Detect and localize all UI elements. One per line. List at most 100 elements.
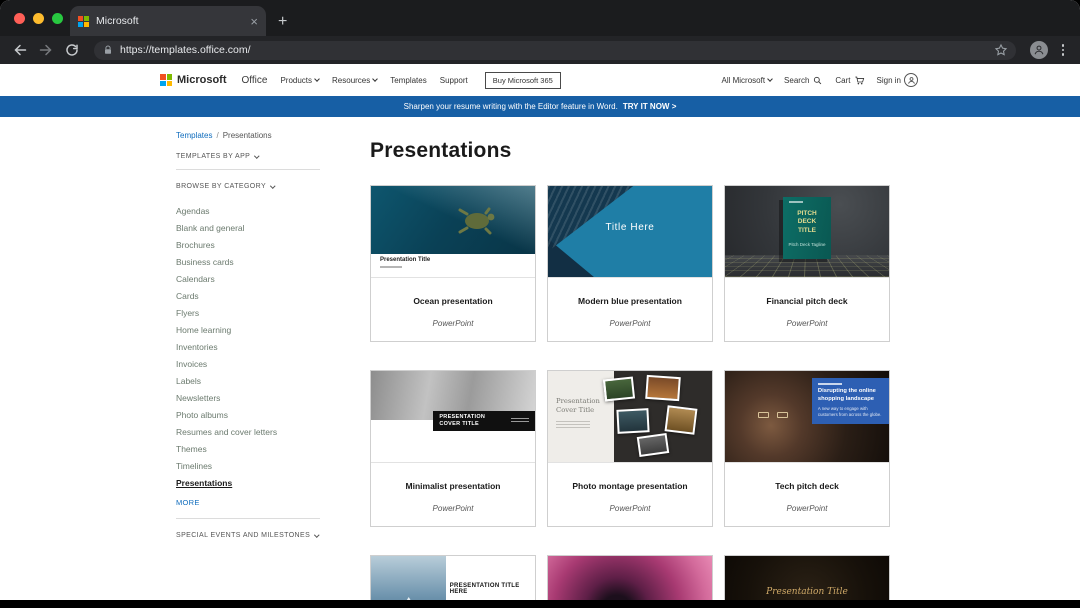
category-presentations-active[interactable]: Presentations	[176, 475, 320, 492]
slide-title: Title Here	[548, 222, 712, 233]
nav-resources[interactable]: Resources	[332, 76, 377, 85]
category-resumes-and-cover-letters[interactable]: Resumes and cover letters	[176, 424, 320, 441]
template-card-financial-pitch-deck[interactable]: PITCH DECK TITLE Pitch Deck Tagline Fina…	[724, 185, 890, 342]
url-text[interactable]: https://templates.office.com/	[120, 44, 988, 56]
section-templates-by-app[interactable]: TEMPLATES BY APP	[176, 140, 320, 169]
browser-window: Microsoft × + https://templates.office.c…	[0, 0, 1080, 600]
browser-toolbar: https://templates.office.com/	[0, 36, 1080, 64]
template-name: Financial pitch deck	[729, 296, 885, 306]
polaroid-photo	[616, 408, 649, 434]
category-themes[interactable]: Themes	[176, 441, 320, 458]
back-icon[interactable]	[12, 42, 28, 58]
search-button[interactable]: Search	[784, 75, 823, 86]
buy-microsoft-365-button[interactable]: Buy Microsoft 365	[485, 72, 561, 89]
slide-title: Presentation Title	[380, 257, 535, 263]
promo-banner[interactable]: Sharpen your resume writing with the Edi…	[0, 96, 1080, 117]
slide-title: Presentation Title	[725, 587, 889, 597]
thumbnail-modern-blue: Title Here	[548, 186, 712, 278]
thumbnail-tech: Disrupting the online shopping landscape…	[725, 371, 889, 463]
category-labels[interactable]: Labels	[176, 373, 320, 390]
template-app: PowerPoint	[552, 319, 708, 328]
cart-icon	[854, 75, 865, 86]
window-minimize-button[interactable]	[33, 13, 44, 24]
thumbnail-minimalist: PRESENTATION COVER TITLE	[371, 371, 535, 463]
header-nav: Products Resources Templates Support Buy…	[280, 72, 560, 89]
promo-cta-link[interactable]: TRY IT NOW >	[623, 102, 677, 111]
breadcrumb-separator: /	[216, 131, 218, 140]
category-photo-albums[interactable]: Photo albums	[176, 407, 320, 424]
sidebar: Templates / Presentations TEMPLATES BY A…	[176, 117, 320, 600]
slide-subtitle: Pitch Deck Tagline	[783, 242, 831, 247]
refresh-icon[interactable]	[64, 42, 80, 58]
window-zoom-button[interactable]	[52, 13, 63, 24]
window-close-button[interactable]	[14, 13, 25, 24]
chevron-down-icon	[314, 76, 320, 82]
template-name: Tech pitch deck	[729, 481, 885, 491]
section-browse-by-category[interactable]: BROWSE BY CATEGORY	[176, 170, 320, 199]
nav-templates[interactable]: Templates	[390, 76, 426, 85]
template-card-partial-2[interactable]: Contoso	[547, 555, 713, 600]
category-blank-and-general[interactable]: Blank and general	[176, 220, 320, 237]
template-card-minimalist[interactable]: PRESENTATION COVER TITLE Minimalist pres…	[370, 370, 536, 527]
nav-products[interactable]: Products	[280, 76, 319, 85]
template-card-modern-blue[interactable]: Title Here Modern blue presentation Powe…	[547, 185, 713, 342]
slide-title: PRESENTATION COVER TITLE	[439, 414, 506, 428]
cart-button[interactable]: Cart	[835, 75, 864, 86]
more-link[interactable]: MORE	[176, 498, 200, 507]
browser-profile-avatar[interactable]	[1030, 41, 1048, 59]
title-box-graphic: PRESENTATION COVER TITLE	[433, 411, 535, 431]
category-timelines[interactable]: Timelines	[176, 458, 320, 475]
all-microsoft-menu[interactable]: All Microsoft	[721, 76, 772, 85]
slide-title: Presentation Cover Title	[556, 397, 604, 415]
browser-tab[interactable]: Microsoft ×	[70, 6, 266, 36]
headline-box: Disrupting the online shopping landscape…	[812, 378, 889, 424]
tab-close-icon[interactable]: ×	[250, 15, 258, 28]
category-calendars[interactable]: Calendars	[176, 271, 320, 288]
template-card-partial-1[interactable]: PRESENTATION TITLE HERE	[370, 555, 536, 600]
category-home-learning[interactable]: Home learning	[176, 322, 320, 339]
thumbnail-ocean: Presentation Title	[371, 186, 535, 278]
forward-icon[interactable]	[38, 42, 54, 58]
microsoft-home-link[interactable]: Microsoft	[160, 74, 227, 86]
category-invoices[interactable]: Invoices	[176, 356, 320, 373]
thumbnail-photo-montage: Presentation Cover Title	[548, 371, 712, 463]
slide-title-strip: Presentation Title	[371, 254, 535, 277]
breadcrumb: Templates / Presentations	[176, 131, 320, 140]
template-card-photo-montage[interactable]: Presentation Cover Title Photo montage p…	[547, 370, 713, 527]
mountain-photo-graphic	[371, 556, 446, 600]
bookmark-star-icon[interactable]	[994, 43, 1008, 57]
thumbnail-financial: PITCH DECK TITLE Pitch Deck Tagline	[725, 186, 889, 278]
template-card-ocean[interactable]: Presentation Title Ocean presentation Po…	[370, 185, 536, 342]
slide-title: Disrupting the online shopping landscape	[818, 388, 883, 403]
thumbnail-mountain: PRESENTATION TITLE HERE	[371, 556, 535, 600]
category-brochures[interactable]: Brochures	[176, 237, 320, 254]
section-special-events[interactable]: SPECIAL EVENTS AND MILESTONES	[176, 519, 320, 548]
main-area: Presentations Presentation Title	[370, 117, 892, 600]
polaroid-photo	[637, 433, 669, 457]
category-cards[interactable]: Cards	[176, 288, 320, 305]
new-tab-button[interactable]: +	[278, 13, 287, 31]
template-name: Modern blue presentation	[552, 296, 708, 306]
category-business-cards[interactable]: Business cards	[176, 254, 320, 271]
breadcrumb-current: Presentations	[223, 131, 272, 140]
template-card-tech-pitch-deck[interactable]: Disrupting the online shopping landscape…	[724, 370, 890, 527]
category-inventories[interactable]: Inventories	[176, 339, 320, 356]
glasses-graphic	[777, 412, 788, 418]
breadcrumb-templates-link[interactable]: Templates	[176, 131, 212, 140]
chevron-down-icon	[255, 153, 260, 158]
office-label[interactable]: Office	[242, 75, 268, 86]
account-button[interactable]: Sign in	[877, 73, 918, 87]
lock-icon	[102, 44, 114, 56]
nav-support[interactable]: Support	[440, 76, 468, 85]
category-flyers[interactable]: Flyers	[176, 305, 320, 322]
browser-menu-icon[interactable]	[1058, 42, 1069, 58]
category-newsletters[interactable]: Newsletters	[176, 390, 320, 407]
slide-title: PRESENTATION TITLE HERE	[450, 583, 529, 595]
template-app: PowerPoint	[552, 504, 708, 513]
template-card-partial-3[interactable]: Presentation Title	[724, 555, 890, 600]
polaroid-photo	[603, 377, 635, 402]
address-bar[interactable]: https://templates.office.com/	[94, 41, 1016, 60]
category-agendas[interactable]: Agendas	[176, 203, 320, 220]
chevron-down-icon	[372, 76, 378, 82]
chevron-down-icon	[314, 532, 319, 537]
